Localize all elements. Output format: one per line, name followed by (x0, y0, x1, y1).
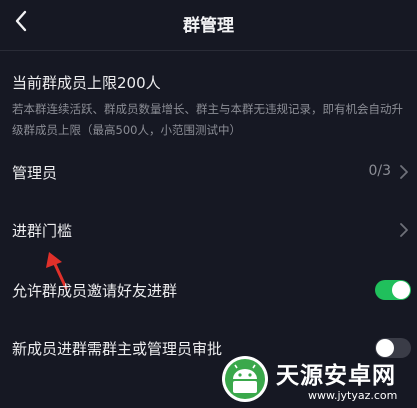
threshold-label: 进群门槛 (12, 222, 73, 240)
allow-invite-row: 允许群成员邀请好友进群 (0, 268, 417, 312)
watermark-title: 天源安卓网 (276, 363, 396, 389)
admins-label: 管理员 (12, 164, 58, 182)
member-limit-title: 当前群成员上限200人 (12, 74, 161, 92)
navigation-bar: 群管理 (0, 0, 417, 46)
watermark: 天源安卓网 www.jytyaz.com (216, 352, 417, 408)
page-title: 群管理 (183, 16, 234, 36)
allow-invite-toggle[interactable] (375, 280, 411, 300)
member-limit-description: 若本群连续活跃、群成员数量增长、群主与本群无违规记录，即有机会自动升级群成员上限… (12, 102, 403, 137)
admins-count: 0/3 (368, 163, 391, 179)
header-divider (0, 50, 417, 51)
watermark-url: www.jytyaz.com (308, 389, 398, 402)
allow-invite-label: 允许群成员邀请好友进群 (12, 282, 178, 300)
chevron-right-icon (400, 223, 408, 237)
chevron-right-icon (400, 165, 408, 179)
threshold-row[interactable]: 进群门槛 (0, 208, 417, 252)
android-logo-icon (222, 356, 268, 402)
approval-label: 新成员进群需群主或管理员审批 (12, 340, 223, 358)
admins-row[interactable]: 管理员 0/3 (0, 150, 417, 194)
toggle-knob (392, 281, 410, 299)
